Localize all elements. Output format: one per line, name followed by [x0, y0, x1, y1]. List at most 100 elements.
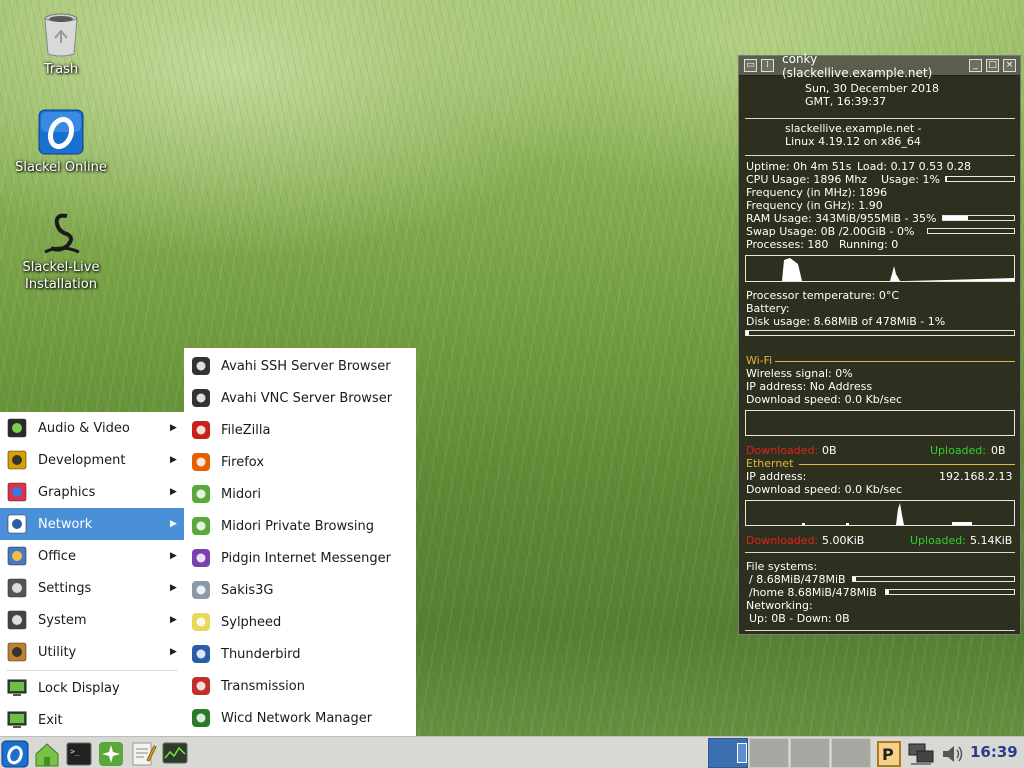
- workspace-window-thumb: [737, 743, 747, 763]
- conky-kernel: Linux 4.19.12 on x86_64: [785, 135, 921, 148]
- menu-category-label: Network: [38, 516, 93, 532]
- network-app-label: Pidgin Internet Messenger: [221, 550, 391, 566]
- network-tray-button[interactable]: [906, 739, 936, 768]
- workspace-2[interactable]: [749, 738, 789, 768]
- avahi-ssh-icon: [190, 355, 212, 377]
- network-app-wicd-network-manager[interactable]: Wicd Network Manager: [184, 702, 416, 734]
- network-app-label: Sylpheed: [221, 614, 282, 630]
- ram-usage-bar: [942, 215, 1015, 221]
- wicd-icon: [190, 707, 212, 729]
- settings-icon: [6, 577, 28, 599]
- conky-time: GMT, 16:39:37: [805, 95, 887, 108]
- menu-category-network[interactable]: Network ▶: [0, 508, 184, 540]
- submenu-arrow-icon: ▶: [170, 583, 177, 593]
- network-app-firefox[interactable]: Firefox: [184, 446, 416, 478]
- network-app-transmission[interactable]: Transmission: [184, 670, 416, 702]
- conky-cpu-pct: Usage: 1%: [881, 173, 940, 186]
- divider: [745, 118, 1015, 119]
- menu-category-office[interactable]: Office ▶: [0, 540, 184, 572]
- cpu-graph-plot: [782, 258, 1014, 281]
- exit-icon: [6, 709, 28, 731]
- eth-download: Download speed: 0.0 Kb/sec: [746, 483, 903, 496]
- submenu-arrow-icon: ▶: [170, 519, 177, 529]
- desktop-icon-slackel-install[interactable]: Slackel-Live Installation: [6, 208, 116, 293]
- network-app-filezilla[interactable]: FileZilla: [184, 414, 416, 446]
- divider: [745, 630, 1015, 631]
- desktop-icon-trash[interactable]: Trash: [6, 10, 116, 78]
- volume-tray-button[interactable]: [938, 739, 968, 768]
- audio-video-icon: [6, 417, 28, 439]
- midori-launcher-button[interactable]: [96, 739, 126, 768]
- menu-divider: [6, 670, 178, 671]
- transmission-icon: [190, 675, 212, 697]
- menu-category-settings[interactable]: Settings ▶: [0, 572, 184, 604]
- network-app-avahi-vnc-server-browser[interactable]: Avahi VNC Server Browser: [184, 382, 416, 414]
- divider: [745, 155, 1015, 156]
- submenu-arrow-icon: ▶: [170, 615, 177, 625]
- network-app-sakis3g[interactable]: Sakis3G: [184, 574, 416, 606]
- fs-header: File systems:: [746, 560, 818, 573]
- network-app-midori-private-browsing[interactable]: Midori Private Browsing: [184, 510, 416, 542]
- menu-action-exit[interactable]: Exit: [0, 704, 184, 736]
- network-app-label: Thunderbird: [221, 646, 301, 662]
- network-app-pidgin-internet-messenger[interactable]: Pidgin Internet Messenger: [184, 542, 416, 574]
- network-app-avahi-ssh-server-browser[interactable]: Avahi SSH Server Browser: [184, 350, 416, 382]
- wifi-signal: Wireless signal: 0%: [746, 367, 853, 380]
- volume-icon: [943, 746, 963, 762]
- close-icon[interactable]: ×: [1003, 59, 1016, 72]
- menu-category-system[interactable]: System ▶: [0, 604, 184, 636]
- trash-icon: [44, 13, 78, 57]
- fs-root-bar: [852, 576, 1015, 582]
- clipboard-tray-button[interactable]: P: [874, 739, 904, 768]
- divider: [775, 361, 1015, 362]
- sticky-icon[interactable]: ⁞: [761, 59, 774, 72]
- menu-category-development[interactable]: Development ▶: [0, 444, 184, 476]
- network-app-thunderbird[interactable]: Thunderbird: [184, 638, 416, 670]
- network-app-midori[interactable]: Midori: [184, 478, 416, 510]
- sysmon-launcher-button[interactable]: [160, 739, 190, 768]
- midori-icon: [99, 742, 123, 766]
- menu-category-label: Utility: [38, 644, 77, 660]
- menu-category-label: Graphics: [38, 484, 96, 500]
- menu-category-utility[interactable]: Utility ▶: [0, 636, 184, 668]
- wifi-ip: IP address: No Address: [746, 380, 873, 393]
- editor-launcher-button[interactable]: [128, 739, 158, 768]
- network-app-label: Firefox: [221, 454, 265, 470]
- clock[interactable]: 16:39: [970, 743, 1018, 761]
- eth-ip-value: 192.168.2.13: [939, 470, 1013, 483]
- conky-window: ▭ ⁞ conky (slackellive.example.net) _ □ …: [738, 52, 1021, 635]
- window-menu-icon[interactable]: ▭: [744, 59, 757, 72]
- desktop-icon-label: Trash: [43, 62, 79, 77]
- development-icon: [6, 449, 28, 471]
- desktop-icon-slackel-online[interactable]: Slackel Online: [6, 108, 116, 176]
- net-updown: Up: 0B - Down: 0B: [749, 612, 850, 625]
- minimize-icon[interactable]: _: [969, 59, 982, 72]
- maximize-icon[interactable]: □: [986, 59, 999, 72]
- sakis3g-icon: [190, 579, 212, 601]
- net-header: Networking:: [746, 599, 813, 612]
- office-icon: [6, 545, 28, 567]
- menu-category-audio-video[interactable]: Audio & Video ▶: [0, 412, 184, 444]
- terminal-launcher-button[interactable]: >_: [64, 739, 94, 768]
- eth-downloaded-value: 5.00KiB: [822, 534, 865, 547]
- taskbar: >_ P 16:39: [0, 736, 1024, 768]
- utility-icon: [6, 641, 28, 663]
- workspace-4[interactable]: [831, 738, 871, 768]
- cpu-graph: [745, 255, 1015, 282]
- menu-action-lock-display[interactable]: Lock Display: [0, 672, 184, 704]
- conky-freq-ghz: Frequency (in GHz): 1.90: [746, 199, 883, 212]
- conky-proc-temp: Processor temperature: 0°C: [746, 289, 900, 302]
- network-app-label: Transmission: [221, 678, 305, 694]
- menu-launcher-button[interactable]: [0, 739, 30, 768]
- network-app-sylpheed[interactable]: Sylpheed: [184, 606, 416, 638]
- workspace-1[interactable]: [708, 738, 748, 768]
- conky-running: Running: 0: [839, 238, 899, 251]
- menu-category-graphics[interactable]: Graphics ▶: [0, 476, 184, 508]
- wifi-downloaded-value: 0B: [822, 444, 837, 457]
- network-app-label: Wicd Network Manager: [221, 710, 373, 726]
- workspace-3[interactable]: [790, 738, 830, 768]
- home-launcher-button[interactable]: [32, 739, 62, 768]
- conky-titlebar[interactable]: ▭ ⁞ conky (slackellive.example.net) _ □ …: [739, 52, 1020, 80]
- network-app-label: Sakis3G: [221, 582, 274, 598]
- midori-private-icon: [190, 515, 212, 537]
